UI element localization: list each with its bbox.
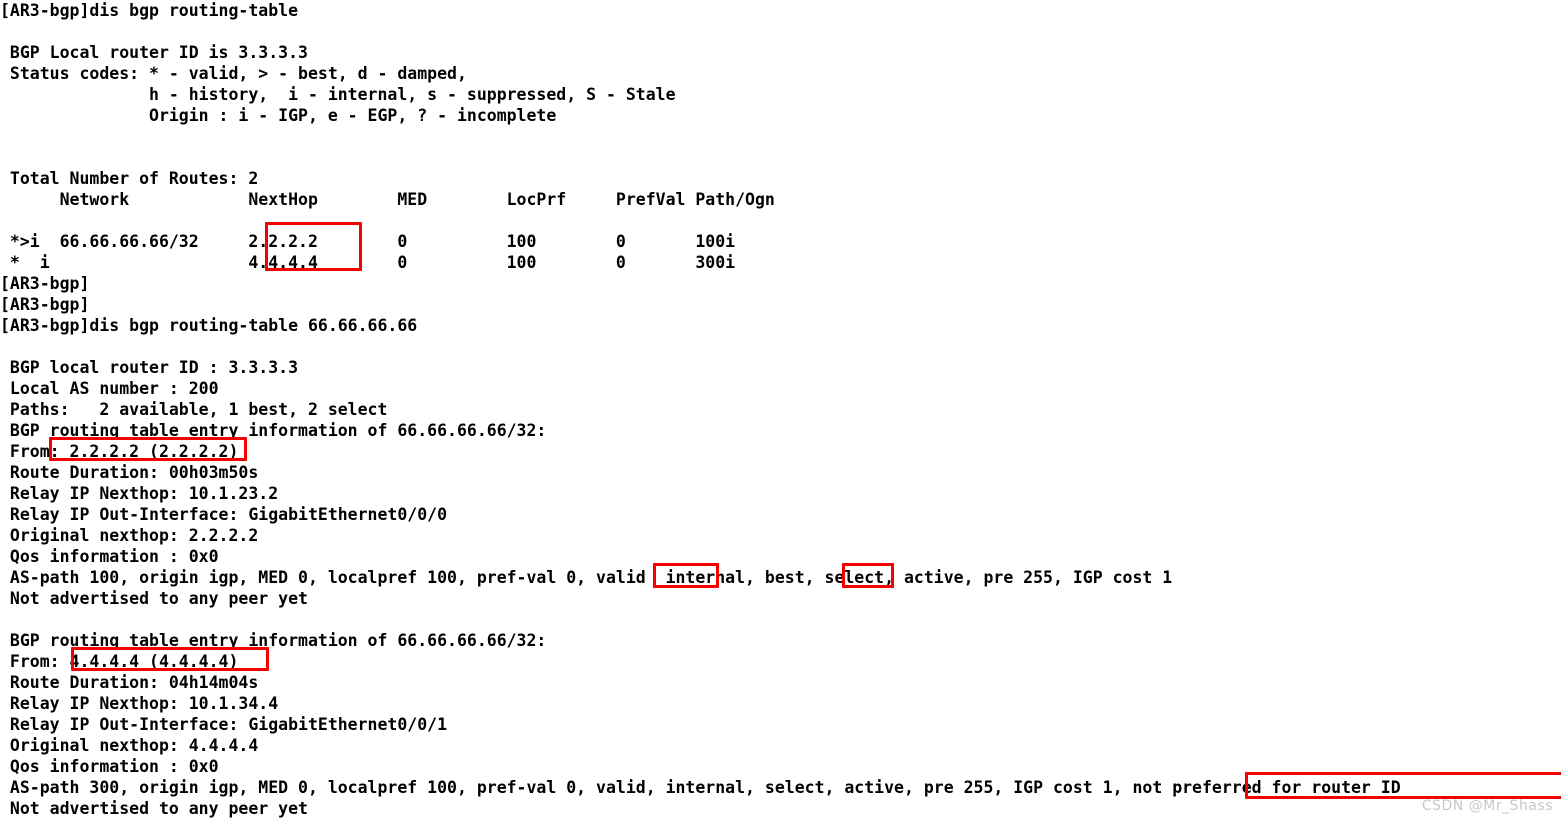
terminal-line-l34: Relay IP Nexthop: 10.1.34.4 [0, 694, 279, 713]
terminal-line-l15: [AR3-bgp] [0, 295, 90, 314]
terminal-line-l27: Qos information : 0x0 [0, 547, 219, 566]
terminal-line-l14: [AR3-bgp] [0, 274, 90, 293]
terminal-line-l13: * i 4.4.4.4 0 100 0 300i [0, 253, 736, 272]
watermark-label: CSDN @Mr_Shass [1421, 798, 1553, 814]
terminal-line-l24: Relay IP Nexthop: 10.1.23.2 [0, 484, 279, 503]
terminal-line-l16: [AR3-bgp]dis bgp routing-table 66.66.66.… [0, 316, 418, 335]
terminal-line-l19: Local AS number : 200 [0, 379, 219, 398]
terminal-line-l32: From: 4.4.4.4 (4.4.4.4) [0, 652, 239, 671]
terminal-line-l25: Relay IP Out-Interface: GigabitEthernet0… [0, 505, 448, 524]
terminal-line-l37: Qos information : 0x0 [0, 757, 219, 776]
terminal-line-l01: [AR3-bgp]dis bgp routing-table [0, 1, 299, 20]
terminal-line-l22: From: 2.2.2.2 (2.2.2.2) [0, 442, 239, 461]
terminal-line-l05: h - history, i - internal, s - suppresse… [0, 85, 676, 104]
terminal-line-l38: AS-path 300, origin igp, MED 0, localpre… [0, 778, 1401, 797]
terminal-line-l20: Paths: 2 available, 1 best, 2 select [0, 400, 388, 419]
terminal-line-l29: Not advertised to any peer yet [0, 589, 308, 608]
terminal-line-l09: Total Number of Routes: 2 [0, 169, 259, 188]
terminal-line-l03: BGP Local router ID is 3.3.3.3 [0, 43, 308, 62]
terminal-line-l36: Original nexthop: 4.4.4.4 [0, 736, 259, 755]
terminal-line-l12: *>i 66.66.66.66/32 2.2.2.2 0 100 0 100i [0, 232, 736, 251]
terminal-output-pane[interactable]: [AR3-bgp]dis bgp routing-table BGP Local… [0, 0, 1561, 820]
terminal-line-l39: Not advertised to any peer yet [0, 799, 308, 818]
terminal-line-l33: Route Duration: 04h14m04s [0, 673, 259, 692]
terminal-line-l23: Route Duration: 00h03m50s [0, 463, 259, 482]
terminal-line-l04: Status codes: * - valid, > - best, d - d… [0, 64, 467, 83]
terminal-line-l10: Network NextHop MED LocPrf PrefVal Path/… [0, 190, 775, 209]
terminal-line-l18: BGP local router ID : 3.3.3.3 [0, 358, 299, 377]
terminal-line-l28: AS-path 100, origin igp, MED 0, localpre… [0, 568, 1173, 587]
terminal-line-l35: Relay IP Out-Interface: GigabitEthernet0… [0, 715, 448, 734]
terminal-line-l31: BGP routing table entry information of 6… [0, 631, 547, 650]
terminal-line-l26: Original nexthop: 2.2.2.2 [0, 526, 259, 545]
terminal-line-l21: BGP routing table entry information of 6… [0, 421, 547, 440]
terminal-line-l06: Origin : i - IGP, e - EGP, ? - incomplet… [0, 106, 557, 125]
